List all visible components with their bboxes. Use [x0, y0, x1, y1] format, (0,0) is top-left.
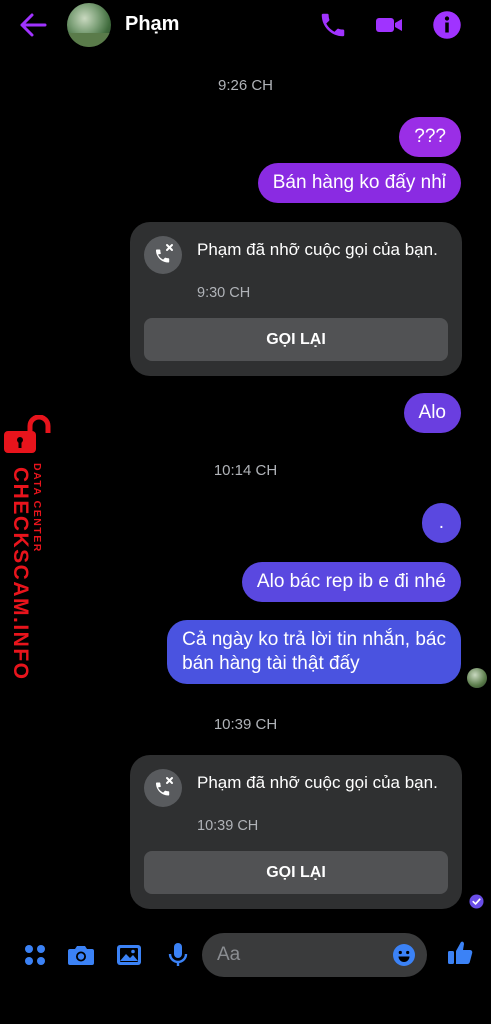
message-line: Cả ngày ko trả lời tin nhắn, bác [182, 629, 446, 650]
sent-message[interactable]: Alo [403, 393, 461, 433]
menu-dots-icon[interactable] [20, 940, 50, 970]
call-back-button[interactable]: GỌI LẠI [144, 851, 448, 894]
contact-name[interactable]: Phạm [125, 13, 179, 36]
read-receipt-avatar [467, 668, 487, 688]
missed-call-text: Phạm đã nhỡ cuộc gọi của bạn. [197, 240, 438, 259]
timestamp: 9:26 CH [217, 77, 274, 94]
watermark-brand: CHECKSCAM.INFO [9, 467, 32, 681]
sent-message[interactable]: Alo bác rep ib e đi nhé [241, 562, 461, 602]
back-arrow-icon[interactable] [18, 12, 48, 38]
padlock-icon [4, 415, 51, 453]
missed-call-time: 9:30 CH [197, 285, 251, 301]
missed-call-icon [144, 236, 182, 274]
gallery-icon[interactable] [114, 940, 144, 970]
phone-icon[interactable] [318, 10, 348, 40]
contact-avatar[interactable] [67, 3, 111, 47]
like-icon[interactable] [445, 938, 475, 968]
missed-call-time: 10:39 CH [197, 818, 259, 834]
sent-message[interactable]: . [421, 503, 461, 543]
missed-call-card: Phạm đã nhỡ cuộc gọi của bạn. 10:39 CH G… [130, 755, 462, 909]
missed-call-text: Phạm đã nhỡ cuộc gọi của bạn. [197, 773, 438, 792]
sent-message[interactable]: Cả ngày ko trả lời tin nhắn, bác bán hàn… [167, 620, 461, 684]
message-line: bán hàng tài thật đấy [182, 653, 360, 674]
camera-icon[interactable] [66, 940, 96, 970]
sent-message[interactable]: Bán hàng ko đấy nhỉ [257, 163, 461, 203]
watermark-tagline: DATA CENTER [31, 463, 43, 553]
info-icon[interactable] [432, 10, 462, 40]
delivered-check-icon [469, 894, 484, 909]
call-back-button[interactable]: GỌI LẠI [144, 318, 448, 361]
watermark: CHECKSCAM.INFO DATA CENTER [2, 415, 54, 681]
timestamp: 10:14 CH [213, 462, 278, 479]
message-input[interactable]: Aa [202, 933, 427, 977]
message-input-placeholder: Aa [217, 944, 241, 965]
video-icon[interactable] [374, 10, 404, 40]
conversation-header: Phạm [0, 0, 491, 52]
missed-call-card: Phạm đã nhỡ cuộc gọi của bạn. 9:30 CH GỌ… [130, 222, 462, 376]
timestamp: 10:39 CH [213, 716, 278, 733]
microphone-icon[interactable] [163, 940, 193, 970]
missed-call-icon [144, 769, 182, 807]
emoji-icon[interactable] [392, 943, 416, 967]
sent-message[interactable]: ??? [399, 117, 461, 157]
